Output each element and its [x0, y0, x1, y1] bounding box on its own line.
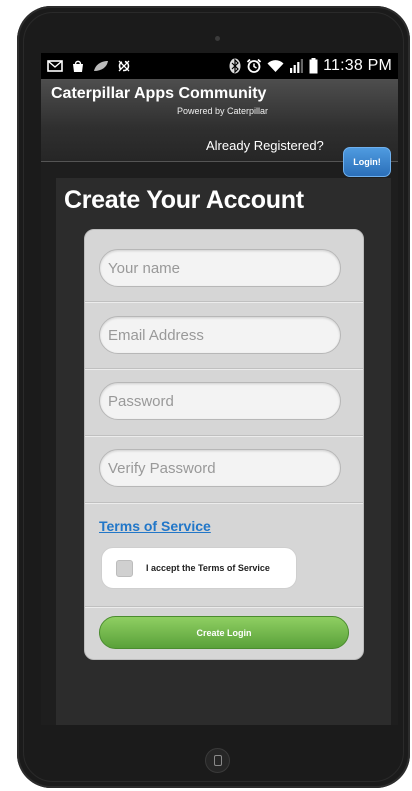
accept-terms-toggle[interactable]: I accept the Terms of Service — [101, 547, 297, 589]
home-icon — [213, 755, 222, 766]
app-subtitle: Powered by Caterpillar — [177, 106, 269, 116]
app-title: Caterpillar Apps Community — [51, 85, 267, 102]
accept-terms-checkbox[interactable] — [116, 559, 133, 577]
shop-icon — [71, 59, 85, 73]
battery-icon — [309, 58, 318, 74]
bluetooth-icon — [229, 58, 241, 74]
divider — [85, 301, 363, 302]
sync-icon — [117, 59, 131, 73]
divider — [85, 368, 363, 369]
accept-terms-label: I accept the Terms of Service — [146, 563, 270, 573]
create-account-panel: Create Your Account Your name Email Addr… — [56, 178, 391, 725]
password-input[interactable]: Password — [99, 382, 341, 420]
login-button[interactable]: Login! — [343, 147, 391, 177]
divider — [85, 606, 363, 607]
email-input[interactable]: Email Address — [99, 316, 341, 354]
status-bar: 11:38 PM — [41, 53, 398, 79]
app-screen: 11:38 PM Caterpillar Apps Community Powe… — [41, 53, 398, 725]
name-input[interactable]: Your name — [99, 249, 341, 287]
signup-form: Your name Email Address Password Verify … — [84, 229, 364, 660]
app-header: Caterpillar Apps Community Powered by Ca… — [41, 79, 398, 177]
signal-icon — [289, 59, 304, 73]
terms-of-service-link[interactable]: Terms of Service — [99, 518, 211, 534]
divider — [85, 502, 363, 503]
alarm-icon — [246, 58, 262, 74]
status-clock: 11:38 PM — [323, 57, 392, 74]
verify-password-input[interactable]: Verify Password — [99, 449, 341, 487]
create-login-button[interactable]: Create Login — [99, 616, 349, 649]
mail-icon — [47, 60, 63, 72]
wifi-icon — [267, 59, 284, 73]
home-button[interactable] — [205, 748, 230, 773]
leaf-icon — [93, 60, 109, 72]
page-title: Create Your Account — [64, 186, 304, 214]
divider — [85, 435, 363, 436]
front-camera — [215, 36, 220, 41]
already-registered-label: Already Registered? — [206, 138, 324, 153]
